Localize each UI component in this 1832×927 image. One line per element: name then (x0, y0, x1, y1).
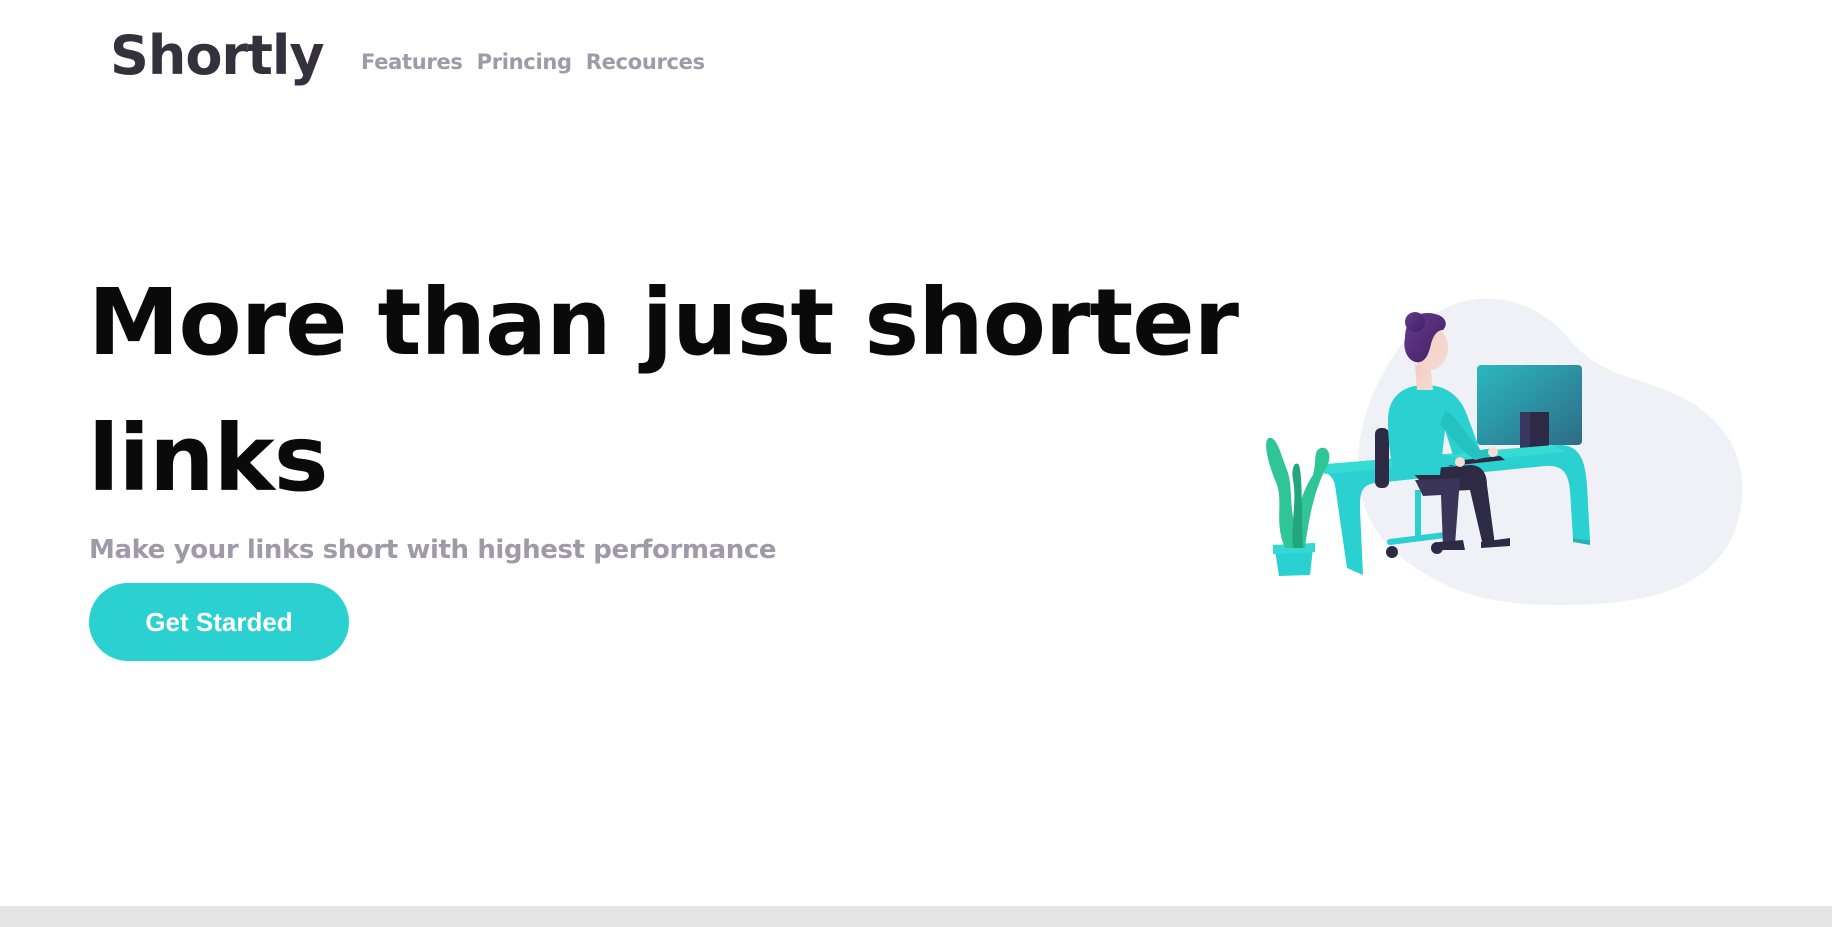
person-working-at-desk-illustration (1266, 298, 1743, 605)
bottom-scrollbar-track (0, 906, 1832, 927)
nav-link-features[interactable]: Features (361, 47, 463, 77)
nav-link-resources[interactable]: Recources (586, 47, 705, 77)
site-header: Shortly Features Princing Recources (0, 0, 1832, 120)
nav-link-pricing[interactable]: Princing (477, 47, 572, 77)
main-nav: Features Princing Recources (361, 47, 705, 77)
hero-subtitle: Make your links short with highest perfo… (89, 535, 777, 565)
get-started-button[interactable]: Get Starded (89, 583, 349, 661)
hero-title: More than just shorter links (88, 269, 1239, 512)
brand-logo[interactable]: Shortly (110, 22, 325, 90)
